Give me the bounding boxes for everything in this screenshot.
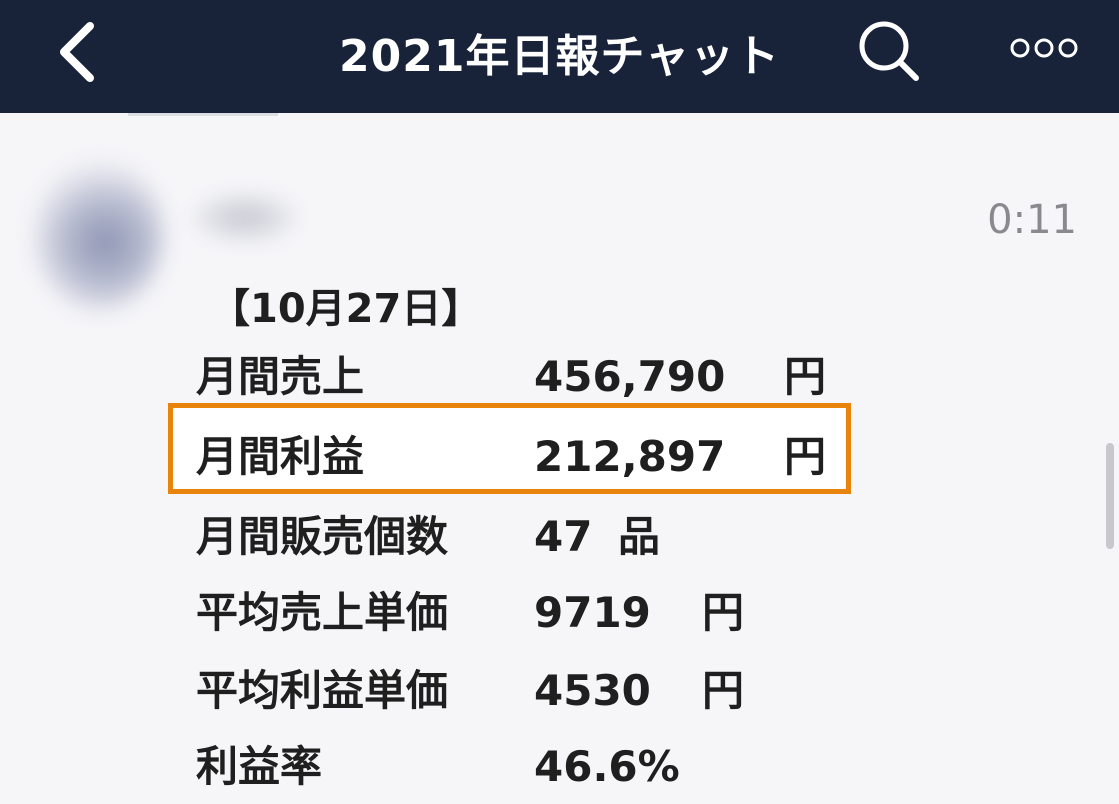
row-unit: 品 (618, 512, 661, 561)
row-value: 456,790 (534, 352, 726, 401)
row-unit: 円 (702, 588, 745, 637)
chat-header: 2021年日報チャット (0, 0, 1119, 113)
more-options-button[interactable] (1006, 28, 1082, 68)
sender-name-blurred (190, 190, 300, 245)
row-label: 平均売上単価 (196, 588, 449, 637)
report-date: 【10月27日】 (210, 286, 482, 332)
row-value: 9719 (534, 588, 651, 637)
avatar[interactable] (34, 160, 164, 310)
row-label: 月間売上 (196, 352, 365, 401)
row-value: 212,897 (534, 432, 726, 481)
row-value: 4530 (534, 666, 651, 715)
scrollbar[interactable] (1106, 443, 1114, 549)
row-unit: 円 (784, 432, 827, 481)
divider (128, 113, 278, 116)
row-value: 47 (534, 512, 593, 561)
row-label: 月間利益 (196, 432, 365, 481)
row-label: 平均利益単価 (196, 666, 449, 715)
search-button[interactable] (848, 16, 928, 86)
message-time: 0:11 (987, 197, 1077, 243)
chat-title: 2021年日報チャット (338, 31, 781, 82)
row-label: 月間販売個数 (196, 512, 449, 561)
row-unit: 円 (784, 352, 827, 401)
row-unit: 円 (702, 666, 745, 715)
row-label: 利益率 (196, 742, 323, 791)
more-dots-icon (1010, 38, 1078, 58)
search-icon (859, 21, 919, 81)
row-value: 46.6% (534, 742, 680, 791)
